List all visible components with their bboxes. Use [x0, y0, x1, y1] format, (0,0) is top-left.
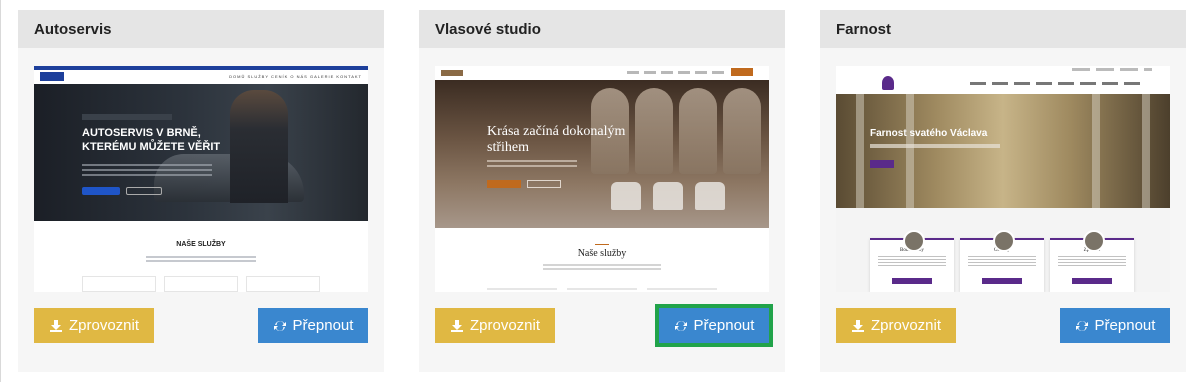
preview-service-box	[164, 276, 238, 292]
activate-label: Zprovoznit	[469, 317, 541, 334]
download-icon	[49, 319, 62, 332]
refresh-icon	[273, 320, 286, 331]
theme-card-vlasove-studio: Vlasové studio Krása začíná dokonalým st…	[419, 10, 785, 372]
switch-button[interactable]: Přepnout	[1060, 308, 1170, 343]
card-title: Autoservis	[18, 10, 384, 48]
activate-label: Zprovoznit	[68, 317, 140, 334]
switch-button[interactable]: Přepnout	[258, 308, 368, 343]
preview-section-title: NAŠE SLUŽBY	[176, 241, 226, 248]
download-icon	[450, 319, 463, 332]
preview-logo	[40, 72, 64, 81]
switch-label: Přepnout	[292, 317, 354, 334]
preview-logo	[441, 70, 463, 76]
card-title: Farnost	[820, 10, 1186, 48]
switch-label: Přepnout	[1094, 317, 1156, 334]
theme-card-farnost: Farnost Farnost svatého Václava Bohosluž…	[820, 10, 1186, 372]
activate-button[interactable]: Zprovoznit	[836, 308, 956, 343]
theme-preview-farnost[interactable]: Farnost svatého Václava Bohoslužby Oblát…	[836, 66, 1170, 292]
refresh-icon	[674, 320, 687, 331]
switch-button-selected[interactable]: Přepnout	[655, 304, 773, 347]
preview-nav-links: DOMŮ SLUŽBY CENÍK O NÁS GALERIE KONTAKT	[229, 74, 362, 79]
page-border	[0, 0, 1, 382]
activate-button[interactable]: Zprovoznit	[34, 308, 154, 343]
preview-nav-links	[970, 82, 1140, 85]
activate-label: Zprovoznit	[870, 317, 942, 334]
switch-label: Přepnout	[693, 317, 755, 334]
preview-hero-heading: AUTOSERVIS V BRNĚ, KTERÉMU MŮŽETE VĚŘIT	[82, 127, 221, 153]
refresh-icon	[1075, 320, 1088, 331]
theme-preview-vlasove-studio[interactable]: Krása začíná dokonalým střihem Naše služ…	[435, 66, 769, 292]
preview-hero	[836, 94, 1170, 208]
preview-service-box	[246, 276, 320, 292]
activate-button[interactable]: Zprovoznit	[435, 308, 555, 343]
preview-logo	[882, 76, 894, 90]
theme-card-autoservis: Autoservis DOMŮ SLUŽBY CENÍK O NÁS GALER…	[18, 10, 384, 372]
preview-hero-heading: Krása začíná dokonalým střihem	[487, 124, 626, 155]
preview-mechanic-image	[230, 90, 288, 203]
preview-service-box	[82, 276, 156, 292]
theme-preview-autoservis[interactable]: DOMŮ SLUŽBY CENÍK O NÁS GALERIE KONTAKT …	[34, 66, 368, 292]
download-icon	[851, 319, 864, 332]
preview-section-title: Naše služby	[577, 248, 627, 259]
preview-hero-heading: Farnost svatého Václava	[870, 128, 988, 139]
preview-nav-links	[627, 71, 727, 74]
card-title: Vlasové studio	[419, 10, 785, 48]
